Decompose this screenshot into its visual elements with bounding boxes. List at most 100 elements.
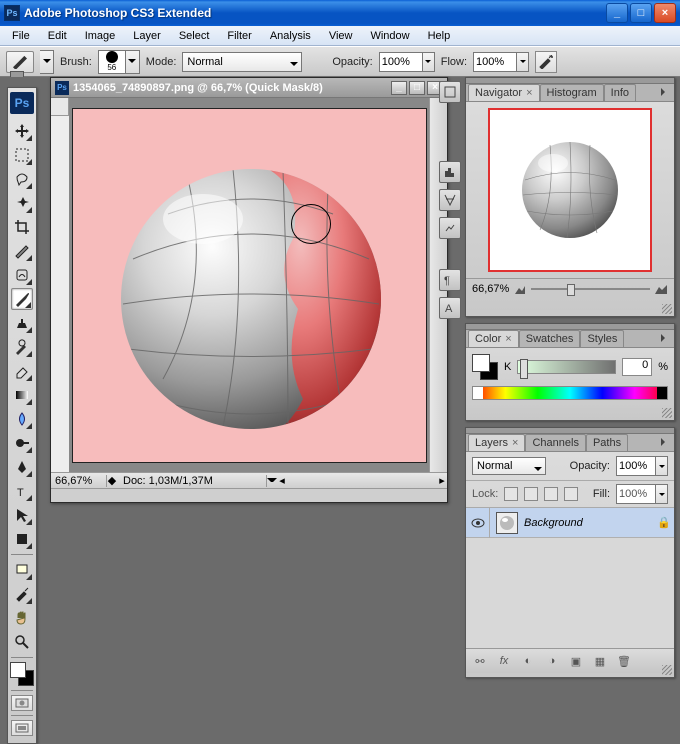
- menu-analysis[interactable]: Analysis: [264, 28, 317, 44]
- toolbox-grip[interactable]: [10, 71, 24, 77]
- slice-tool[interactable]: [11, 240, 33, 262]
- layer-thumbnail[interactable]: [496, 512, 518, 534]
- clone-stamp-tool[interactable]: [11, 312, 33, 334]
- doc-minimize-button[interactable]: _: [391, 81, 407, 95]
- artboard[interactable]: [72, 108, 427, 463]
- doc-info-dropdown[interactable]: [267, 475, 277, 486]
- move-tool[interactable]: [11, 120, 33, 142]
- resize-grip-icon[interactable]: [662, 408, 672, 418]
- zoom-field[interactable]: 66,67%: [51, 475, 107, 487]
- color-swatch[interactable]: [10, 662, 34, 686]
- resize-grip-icon[interactable]: [662, 304, 672, 314]
- visibility-toggle[interactable]: [466, 508, 490, 538]
- screen-mode-toggle[interactable]: [11, 720, 33, 736]
- layer-name[interactable]: Background: [524, 517, 654, 529]
- k-value-field[interactable]: 0: [622, 358, 652, 376]
- dock-button-4[interactable]: [439, 217, 461, 239]
- layer-opacity-field[interactable]: 100%: [616, 456, 656, 476]
- opacity-dropdown[interactable]: [423, 52, 435, 72]
- layer-row[interactable]: Background 🔒: [466, 508, 674, 538]
- k-slider[interactable]: [517, 360, 616, 374]
- doc-info[interactable]: Doc: 1,03M/1,37M: [117, 475, 267, 487]
- panel-menu-icon[interactable]: [658, 436, 672, 448]
- fill-field[interactable]: 100%: [616, 484, 656, 504]
- menu-edit[interactable]: Edit: [42, 28, 73, 44]
- tab-channels[interactable]: Channels: [525, 434, 585, 451]
- menu-layer[interactable]: Layer: [127, 28, 167, 44]
- lock-position-icon[interactable]: [544, 487, 558, 501]
- lock-pixels-icon[interactable]: [524, 487, 538, 501]
- doc-maximize-button[interactable]: □: [409, 81, 425, 95]
- tab-layers[interactable]: Layers×: [468, 434, 525, 451]
- close-tab-icon[interactable]: ×: [512, 437, 518, 449]
- zoom-out-icon[interactable]: [513, 283, 527, 295]
- panel-menu-icon[interactable]: [658, 332, 672, 344]
- menu-select[interactable]: Select: [173, 28, 216, 44]
- fill-dropdown[interactable]: [656, 484, 668, 504]
- tool-preset-dropdown[interactable]: [40, 50, 54, 74]
- gradient-tool[interactable]: [11, 384, 33, 406]
- close-button[interactable]: ×: [654, 3, 676, 23]
- dodge-tool[interactable]: [11, 432, 33, 454]
- maximize-button[interactable]: □: [630, 3, 652, 23]
- hand-tool[interactable]: [11, 607, 33, 629]
- lock-all-icon[interactable]: [564, 487, 578, 501]
- tab-info[interactable]: Info: [604, 84, 636, 101]
- brush-picker-dropdown[interactable]: [126, 50, 140, 74]
- navigator-zoom[interactable]: 66,67%: [472, 283, 509, 295]
- zoom-in-icon[interactable]: [654, 283, 668, 295]
- color-panel-swatch[interactable]: [472, 354, 498, 380]
- tab-navigator[interactable]: Navigator×: [468, 84, 540, 101]
- path-selection-tool[interactable]: [11, 504, 33, 526]
- menu-window[interactable]: Window: [364, 28, 415, 44]
- status-menu-icon[interactable]: ◆: [107, 474, 117, 487]
- shape-tool[interactable]: [11, 528, 33, 550]
- magic-wand-tool[interactable]: [11, 192, 33, 214]
- close-tab-icon[interactable]: ×: [505, 333, 511, 345]
- dock-button-2[interactable]: [439, 161, 461, 183]
- menu-filter[interactable]: Filter: [221, 28, 257, 44]
- menu-file[interactable]: File: [6, 28, 36, 44]
- airbrush-toggle[interactable]: [535, 51, 557, 73]
- brush-preview[interactable]: 56: [98, 50, 126, 74]
- dock-button-5[interactable]: ¶: [439, 269, 461, 291]
- blur-tool[interactable]: [11, 408, 33, 430]
- dock-button-6[interactable]: A: [439, 297, 461, 319]
- flow-dropdown[interactable]: [517, 52, 529, 72]
- panel-menu-icon[interactable]: [658, 86, 672, 98]
- document-titlebar[interactable]: Ps 1354065_74890897.png @ 66,7% (Quick M…: [51, 78, 447, 98]
- color-spectrum[interactable]: [472, 386, 668, 400]
- tab-color[interactable]: Color×: [468, 330, 519, 347]
- delete-layer-button[interactable]: 🗑: [614, 652, 634, 670]
- flow-field[interactable]: 100%: [473, 52, 517, 72]
- eyedropper-tool[interactable]: [11, 583, 33, 605]
- fg-swatch[interactable]: [472, 354, 490, 372]
- current-tool-indicator[interactable]: [6, 51, 34, 73]
- navigator-preview[interactable]: [488, 108, 652, 272]
- scroll-left-button[interactable]: ◂: [277, 474, 287, 487]
- menu-image[interactable]: Image: [79, 28, 122, 44]
- notes-tool[interactable]: [11, 559, 33, 581]
- add-mask-button[interactable]: ◐: [518, 652, 538, 670]
- lock-transparency-icon[interactable]: [504, 487, 518, 501]
- zoom-tool[interactable]: [11, 631, 33, 653]
- quick-mask-toggle[interactable]: [11, 695, 33, 711]
- new-layer-button[interactable]: ▦: [590, 652, 610, 670]
- eraser-tool[interactable]: [11, 360, 33, 382]
- opacity-field[interactable]: 100%: [379, 52, 423, 72]
- menu-view[interactable]: View: [323, 28, 359, 44]
- brush-tool[interactable]: [11, 288, 33, 310]
- layer-blend-select[interactable]: Normal: [472, 457, 546, 475]
- history-brush-tool[interactable]: [11, 336, 33, 358]
- new-group-button[interactable]: ▣: [566, 652, 586, 670]
- dock-button-1[interactable]: [439, 81, 461, 103]
- minimize-button[interactable]: _: [606, 3, 628, 23]
- tab-histogram[interactable]: Histogram: [540, 84, 604, 101]
- crop-tool[interactable]: [11, 216, 33, 238]
- dock-button-3[interactable]: [439, 189, 461, 211]
- layer-fx-button[interactable]: fx: [494, 652, 514, 670]
- layer-opacity-dropdown[interactable]: [656, 456, 668, 476]
- lasso-tool[interactable]: [11, 168, 33, 190]
- close-tab-icon[interactable]: ×: [526, 87, 532, 99]
- zoom-slider[interactable]: [531, 284, 650, 294]
